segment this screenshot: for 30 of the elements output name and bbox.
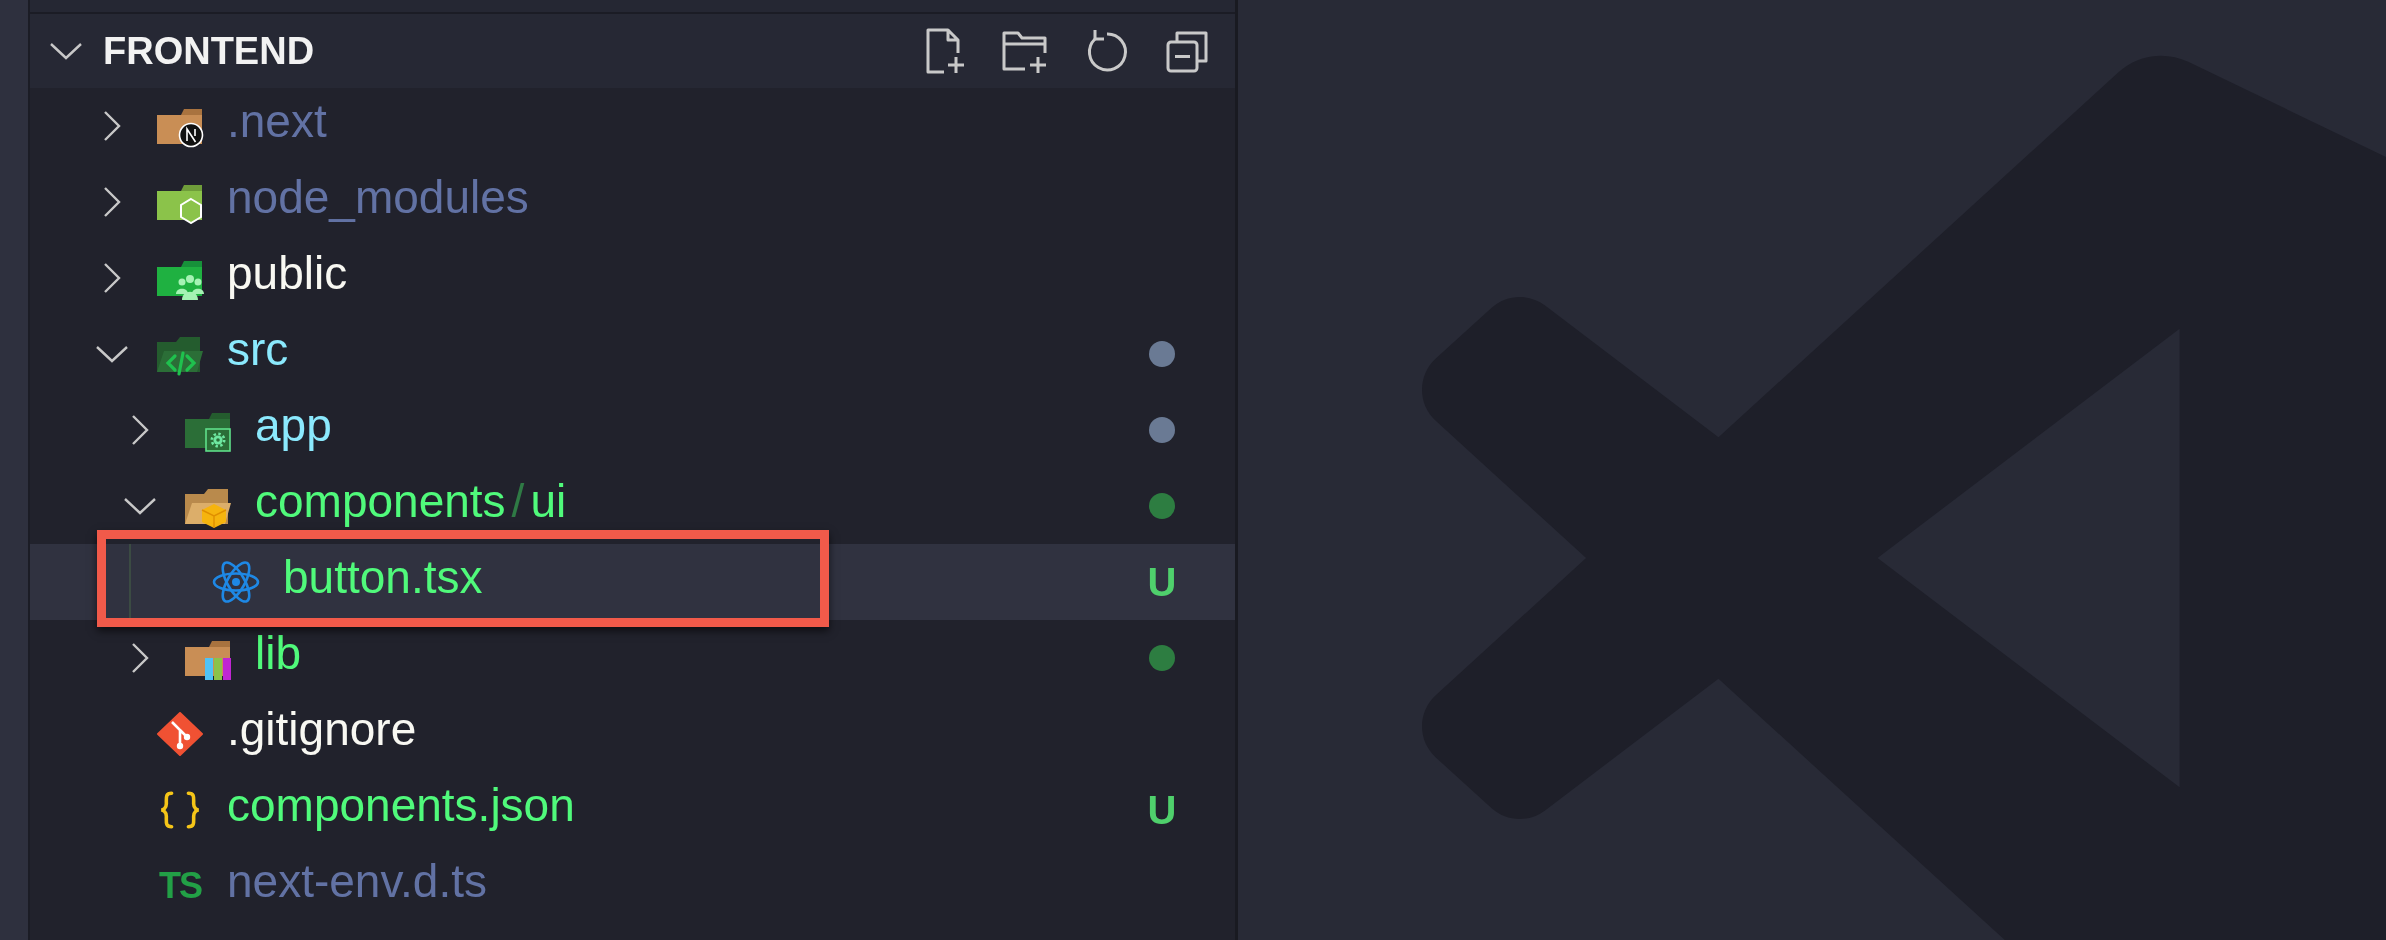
section-title[interactable]: FRONTEND xyxy=(103,32,315,70)
braces-icon xyxy=(159,790,201,830)
tree-item[interactable]: src xyxy=(30,316,1235,392)
chevron-down-icon[interactable] xyxy=(123,497,157,515)
file-type-label: TS xyxy=(159,868,201,904)
folder-name: node_modules xyxy=(227,174,529,220)
chevron-down-icon[interactable] xyxy=(95,345,129,363)
chevron-right-icon[interactable] xyxy=(131,642,149,674)
tree-item[interactable]: lib xyxy=(30,620,1235,696)
tree-item[interactable]: app xyxy=(30,392,1235,468)
chevron-right-icon[interactable] xyxy=(103,262,121,294)
atom-icon xyxy=(212,560,260,604)
chevron-right-icon[interactable] xyxy=(103,110,121,142)
folder-name: src xyxy=(227,326,289,372)
branch-diamond-icon xyxy=(156,712,204,756)
chevron-right-icon[interactable] xyxy=(103,186,121,218)
status-letter: U xyxy=(1147,790,1177,830)
tree-item[interactable]: public xyxy=(30,240,1235,316)
tree-item[interactable]: components/ui xyxy=(30,468,1235,544)
chevron-down-icon[interactable] xyxy=(49,42,83,60)
folder-name: lib xyxy=(255,630,302,676)
tree-item[interactable]: TS next-env.d.ts xyxy=(30,848,1235,924)
folder-name: .next xyxy=(227,98,327,144)
chevron-right-icon[interactable] xyxy=(131,414,149,446)
tree-item[interactable]: button.tsx U xyxy=(30,544,1235,620)
tree-item[interactable]: components.json U xyxy=(30,772,1235,848)
file-name: button.tsx xyxy=(283,554,483,600)
tree-item[interactable]: .gitignore xyxy=(30,696,1235,772)
status-letter: U xyxy=(1147,562,1177,602)
file-name: next-env.d.ts xyxy=(227,858,487,904)
